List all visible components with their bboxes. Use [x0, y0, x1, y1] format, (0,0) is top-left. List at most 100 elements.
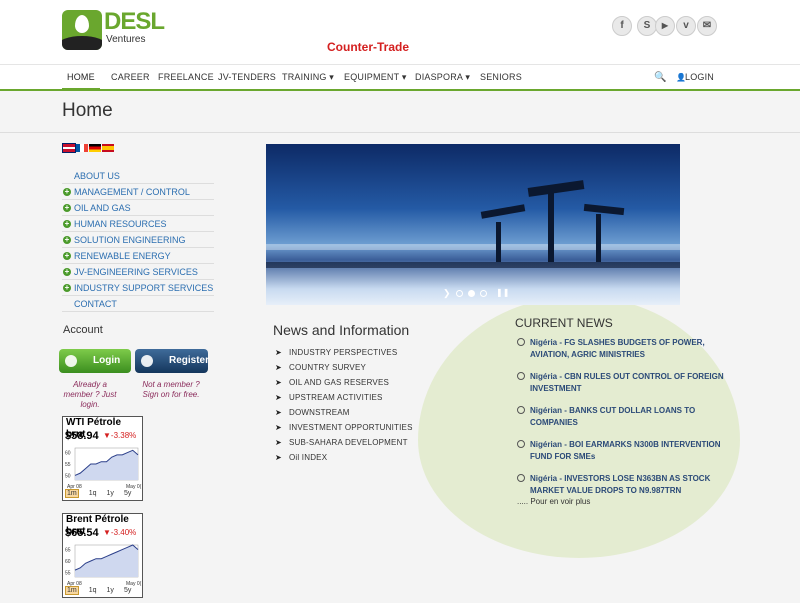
list-item[interactable]: ➤ DOWNSTREAM	[275, 405, 475, 420]
slider-dot[interactable]	[480, 290, 487, 297]
list-item-label: DOWNSTREAM	[289, 408, 350, 417]
news-item[interactable]: Nigérian - BOI EARMARKS N300B INTERVENTI…	[517, 439, 737, 463]
sidebar-item-contact[interactable]: CONTACT	[62, 296, 214, 312]
range-5y[interactable]: 5y	[124, 587, 131, 594]
sidebar-item-label: SOLUTION ENGINEERING	[74, 235, 186, 245]
plus-icon: +	[63, 283, 71, 292]
y-tick-label: 60	[65, 451, 71, 457]
list-item[interactable]: ➤ COUNTRY SURVEY	[275, 360, 475, 375]
slider-dot[interactable]	[456, 290, 463, 297]
login-button[interactable]: Login	[59, 349, 131, 373]
news-item[interactable]: Nigéria - INVESTORS LOSE N363BN AS STOCK…	[517, 473, 737, 497]
list-item[interactable]: ➤ INVESTMENT OPPORTUNITIES	[275, 420, 475, 435]
range-1q[interactable]: 1q	[89, 587, 97, 594]
circle-bullet-icon	[517, 338, 525, 346]
login-button-label: Login	[93, 355, 121, 366]
title-band	[0, 91, 800, 133]
sidebar-item-human-resources[interactable]: + HUMAN RESOURCES	[62, 216, 214, 232]
youtube-icon[interactable]: ▶	[655, 16, 675, 36]
nav-seniors[interactable]: SENIORS	[480, 65, 522, 90]
news-item[interactable]: Nigéria - CBN RULES OUT CONTROL OF FOREI…	[517, 371, 737, 395]
y-tick-label: 55	[65, 570, 71, 576]
range-1m[interactable]: 1m	[65, 586, 79, 595]
sidebar-item-oil-gas[interactable]: + OIL AND GAS	[62, 200, 214, 216]
arrow-right-icon: ➤	[275, 453, 282, 462]
wti-ticker[interactable]: WTI Pétrole brut $58.94 ▼-3.38% 60 55 50 Ap…	[62, 416, 143, 501]
list-item-label: COUNTRY SURVEY	[289, 363, 367, 372]
pump-jack-post	[496, 222, 501, 262]
vimeo-icon[interactable]: v	[676, 16, 696, 36]
arrow-right-icon: ➤	[275, 438, 282, 447]
search-icon[interactable]: 🔍	[654, 72, 666, 83]
main-nav: HOME CAREER FREELANCE JV-TENDERS TRAININ…	[0, 64, 800, 91]
slider-pause-icon[interactable]: ❚❚	[496, 288, 509, 297]
sidebar-item-label: JV-ENGINEERING SERVICES	[74, 267, 198, 277]
login-link[interactable]: LOGIN	[685, 65, 714, 90]
list-item[interactable]: ➤ UPSTREAM ACTIVITIES	[275, 390, 475, 405]
flag-es-icon[interactable]	[102, 144, 114, 152]
pump-jack-post	[596, 214, 601, 262]
logo[interactable]: DESL Ventures	[62, 10, 165, 50]
flag-uk-icon[interactable]	[62, 143, 76, 153]
arrow-right-icon: ➤	[275, 348, 282, 357]
ground-line	[266, 262, 680, 268]
list-item[interactable]: ➤ OIL AND GAS RESERVES	[275, 375, 475, 390]
nav-equipment[interactable]: EQUIPMENT ▾	[344, 65, 407, 90]
nav-training[interactable]: TRAINING ▾	[282, 65, 334, 90]
list-item[interactable]: ➤ INDUSTRY PERSPECTIVES	[275, 345, 475, 360]
nav-jv-tenders[interactable]: JV-TENDERS	[218, 65, 276, 90]
flag-fr-icon[interactable]	[76, 144, 88, 152]
sidebar-item-about-us[interactable]: ABOUT US	[62, 168, 214, 184]
horizon-glow	[266, 244, 680, 250]
range-1y[interactable]: 1y	[107, 490, 114, 497]
range-5y[interactable]: 5y	[124, 490, 131, 497]
sidebar-item-industry-support[interactable]: + INDUSTRY SUPPORT SERVICES	[62, 280, 214, 296]
slider-prev-icon[interactable]: ❯	[443, 288, 451, 299]
news-item-label: Nigérian - BANKS CUT DOLLAR LOANS TO COM…	[530, 406, 696, 427]
brent-ticker[interactable]: Brent Pétrole brut $65.54 ▼-3.40% 65 60 55…	[62, 513, 143, 598]
hero-slider-image[interactable]	[266, 144, 680, 305]
arrow-right-icon: ➤	[275, 378, 282, 387]
slider-dot-active[interactable]	[468, 290, 475, 297]
plus-icon: +	[63, 235, 71, 244]
sidebar-item-label: MANAGEMENT / CONTROL	[74, 187, 190, 197]
sidebar-item-renewable-energy[interactable]: + RENEWABLE ENERGY	[62, 248, 214, 264]
range-1y[interactable]: 1y	[107, 587, 114, 594]
ticker-range-tabs: 1m 1q 1y 5y	[65, 586, 141, 595]
circle-bullet-icon	[517, 474, 525, 482]
news-item[interactable]: Nigéria - FG SLASHES BUDGETS OF POWER, A…	[517, 337, 737, 361]
y-tick-label: 60	[65, 559, 71, 565]
sidebar-item-jv-engineering[interactable]: + JV-ENGINEERING SERVICES	[62, 264, 214, 280]
pump-jack-beam	[583, 203, 625, 216]
nav-career[interactable]: CAREER	[111, 65, 150, 90]
list-item[interactable]: ➤ Oil INDEX	[275, 450, 475, 465]
site-header: DESL Ventures Counter-Trade f S ▶ v ✉	[0, 0, 800, 64]
counter-trade-link[interactable]: Counter-Trade	[327, 40, 409, 54]
nav-freelance[interactable]: FREELANCE	[158, 65, 214, 90]
range-1m[interactable]: 1m	[65, 489, 79, 498]
sidebar-item-solution-engineering[interactable]: + SOLUTION ENGINEERING	[62, 232, 214, 248]
list-item-label: INDUSTRY PERSPECTIVES	[289, 348, 398, 357]
range-1q[interactable]: 1q	[89, 490, 97, 497]
sidebar-item-label: CONTACT	[74, 299, 117, 309]
current-news-list: Nigéria - FG SLASHES BUDGETS OF POWER, A…	[517, 337, 737, 507]
circle-bullet-icon	[517, 406, 525, 414]
mail-icon[interactable]: ✉	[697, 16, 717, 36]
flag-de-icon[interactable]	[89, 144, 101, 152]
page-title: Home	[62, 100, 113, 121]
nav-home[interactable]: HOME	[62, 65, 100, 90]
ticker-price: $58.94	[65, 430, 99, 442]
news-item[interactable]: Nigérian - BANKS CUT DOLLAR LOANS TO COM…	[517, 405, 737, 429]
more-news-link[interactable]: ..... Pour en voir plus	[517, 497, 590, 506]
pump-jack-beam	[527, 180, 585, 197]
facebook-icon[interactable]: f	[612, 16, 632, 36]
register-button-label: Register	[169, 355, 210, 366]
list-item[interactable]: ➤ SUB-SAHARA DEVELOPMENT	[275, 435, 475, 450]
register-button[interactable]: Register	[135, 349, 210, 373]
ticker-change: ▼-3.38%	[103, 431, 137, 440]
sidebar-menu: ABOUT US + MANAGEMENT / CONTROL + OIL AND …	[62, 168, 214, 312]
sidebar-item-management[interactable]: + MANAGEMENT / CONTROL	[62, 184, 214, 200]
nav-diaspora[interactable]: DIASPORA ▾	[415, 65, 470, 90]
skype-icon[interactable]: S	[637, 16, 657, 36]
list-item-label: SUB-SAHARA DEVELOPMENT	[289, 438, 408, 447]
